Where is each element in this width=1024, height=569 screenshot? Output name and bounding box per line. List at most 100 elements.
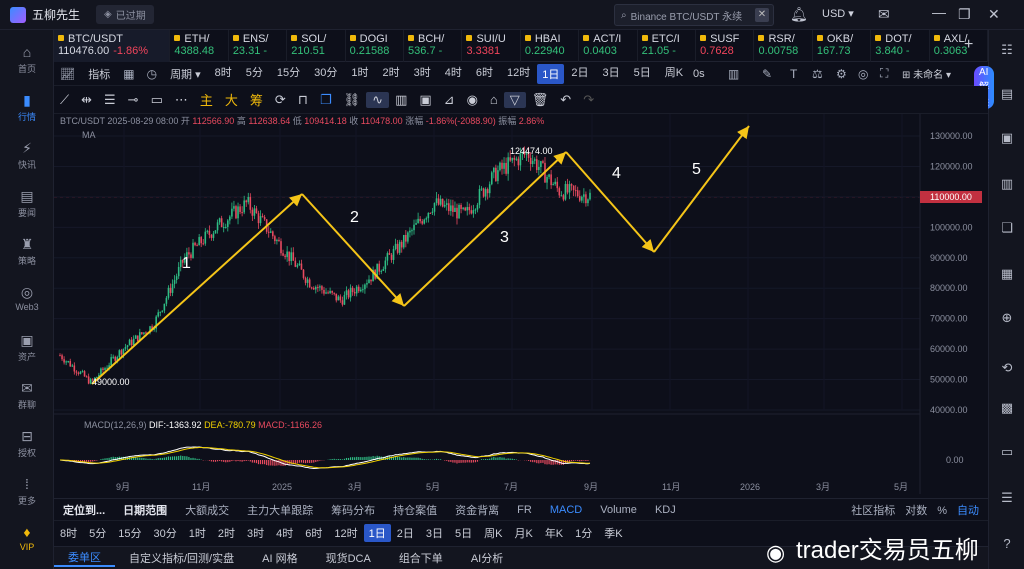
search-input[interactable]: ⌕ Binance BTC/USDT 永续 ✕ [614, 4, 774, 26]
bars-icon[interactable]: ▥ [389, 92, 413, 108]
bottom-interval-5[interactable]: 2时 [212, 525, 241, 541]
indicator-button[interactable]: 指标 [81, 66, 117, 82]
more-tools-icon[interactable]: ⋯ [169, 92, 194, 108]
panel-tab-5[interactable]: AI分析 [457, 550, 517, 566]
trash-icon[interactable]: 🗑︎ [526, 92, 555, 108]
watchlist-icon[interactable]: ☷ [999, 42, 1015, 58]
bottom-interval-18[interactable]: 季K [598, 525, 628, 541]
interval-6[interactable]: 3时 [407, 64, 438, 84]
bottom-interval-12[interactable]: 3日 [420, 525, 449, 541]
nav-item-3[interactable]: ▤ 要闻 [0, 188, 54, 219]
price-chart[interactable]: 1 2 3 4 5 49000.00 124474.00 130000.00 120000.0… [54, 114, 988, 494]
mail-icon[interactable]: ✉ [878, 6, 890, 23]
interval-8[interactable]: 6时 [469, 64, 500, 84]
zoom-icon[interactable]: ⊕ [999, 310, 1015, 326]
indicator-tab-5[interactable]: 持仓案值 [384, 502, 446, 518]
right-item-1[interactable]: 对数 [905, 505, 927, 517]
indicator-tab-7[interactable]: FR [508, 504, 541, 516]
trendline-icon[interactable]: ⟋ [54, 92, 75, 108]
interval-9[interactable]: 12时 [500, 64, 537, 84]
bottom-interval-14[interactable]: 周K [478, 525, 508, 541]
undo-icon[interactable]: ↶ [554, 92, 577, 108]
panel-tab-0[interactable]: 委单区 [54, 549, 115, 567]
grid-icon[interactable]: ▦ [999, 266, 1015, 282]
ticker-12[interactable]: OKB/167.73 [813, 30, 872, 62]
indicator-tab-1[interactable]: 日期范围 [114, 502, 176, 518]
link-icon[interactable]: ⛓ [338, 92, 367, 108]
bottom-interval-15[interactable]: 月K [508, 525, 538, 541]
panel-tab-4[interactable]: 组合下单 [385, 550, 457, 566]
filter-icon[interactable]: ▽ [503, 91, 526, 108]
currency-select[interactable]: USD ▾ [822, 7, 854, 20]
bottom-interval-13[interactable]: 5日 [449, 525, 478, 541]
nav-item-8[interactable]: ⊟ 授权 [0, 428, 54, 459]
draw-main-button[interactable]: 主 [194, 90, 219, 109]
minimize-icon[interactable]: — [932, 4, 946, 20]
ticker-8[interactable]: ACT/I 0.0403 [579, 30, 638, 62]
ticker-0[interactable]: BTC/USDT 110476.00 -1.86% [54, 30, 171, 62]
interval-7[interactable]: 4时 [438, 64, 469, 84]
interval-1[interactable]: 5分 [239, 64, 270, 84]
bottom-interval-17[interactable]: 1分 [569, 525, 598, 541]
help-icon[interactable]: ? [999, 536, 1015, 552]
bottom-interval-3[interactable]: 30分 [148, 525, 183, 541]
bottom-interval-2[interactable]: 15分 [112, 525, 147, 541]
interval-11[interactable]: 2日 [564, 64, 595, 84]
indicator-tab-10[interactable]: KDJ [646, 504, 685, 516]
right-item-3[interactable]: 自动 [957, 505, 979, 517]
bell-icon[interactable]: 🔔︎ [790, 6, 808, 23]
panel-tab-1[interactable]: 自定义指标/回测/实盘 [115, 550, 248, 566]
ticker-6[interactable]: SUI/U 3.3381 [462, 30, 521, 62]
interval-2[interactable]: 15分 [270, 64, 307, 84]
nav-item-10[interactable]: ♦ VIP [0, 524, 54, 552]
fullscreen-icon[interactable]: ⛶ [874, 66, 894, 81]
bottom-interval-1[interactable]: 5分 [83, 525, 112, 541]
nav-item-0[interactable]: ⌂ 首页 [0, 44, 54, 75]
panel-icon[interactable]: ▭ [999, 444, 1015, 460]
redo-icon[interactable]: ↷ [577, 92, 600, 108]
lock-icon[interactable]: ⌂ [484, 92, 504, 107]
ticker-7[interactable]: HBAI 0.22940 [521, 30, 580, 62]
nav-item-6[interactable]: ▣ 资产 [0, 332, 54, 363]
indicator-tab-2[interactable]: 大额成交 [176, 502, 238, 518]
panel-tab-2[interactable]: AI 网格 [248, 550, 311, 566]
bottom-interval-16[interactable]: 年K [539, 525, 569, 541]
ticker-11[interactable]: RSR/0.00758 [754, 30, 813, 62]
clipboard-icon[interactable]: ▣ [413, 92, 437, 108]
eye-icon[interactable]: ◉ [461, 92, 484, 108]
expired-badge[interactable]: ◈ 已过期 [96, 5, 154, 24]
magnet-icon[interactable]: ⊓ [292, 92, 314, 108]
interval-5[interactable]: 2时 [376, 64, 407, 84]
indicator-tab-3[interactable]: 主力大单跟踪 [238, 502, 322, 518]
close-icon[interactable]: ✕ [755, 8, 769, 22]
add-ticker-icon[interactable]: + [964, 36, 973, 54]
ticker-13[interactable]: DOT/3.840 - [871, 30, 930, 62]
seconds-label[interactable]: 0s [686, 68, 712, 80]
chart-svg[interactable]: 1 2 3 4 5 49000.00 124474.00 130000.00 120000.0… [54, 114, 988, 494]
refresh-icon[interactable]: ⟲ [999, 360, 1015, 376]
ticker-2[interactable]: ENS/23.31 - [229, 30, 288, 62]
bottom-interval-11[interactable]: 2日 [391, 525, 420, 541]
copy-icon[interactable]: ❐ [314, 92, 338, 108]
right-item-0[interactable]: 社区指标 [851, 505, 895, 517]
depth-icon[interactable]: ▣ [999, 130, 1015, 146]
ticker-9[interactable]: ETC/I 21.05 - [638, 30, 697, 62]
nav-item-2[interactable]: ⚡ 快讯 [0, 140, 54, 171]
indicator-tab-6[interactable]: 资金背离 [446, 502, 508, 518]
ticker-3[interactable]: SOL/210.51 [287, 30, 346, 62]
right-item-2[interactable]: % [937, 505, 947, 517]
text-icon[interactable]: T [784, 67, 803, 81]
interval-3[interactable]: 30分 [307, 64, 344, 84]
notes-icon[interactable]: ▤ [999, 86, 1015, 102]
bottom-interval-10[interactable]: 1日 [363, 523, 391, 542]
nav-item-1[interactable]: ▮ 行情 [0, 92, 54, 123]
layout-select[interactable]: ⊞ 未命名 ▾ [902, 66, 951, 81]
hline-icon[interactable]: ⇹ [75, 92, 98, 108]
channel-icon[interactable]: ☰ [98, 92, 122, 108]
settings-icon[interactable]: ⚙ [830, 67, 853, 81]
indicator-tab-0[interactable]: 定位到... [54, 502, 114, 518]
clock-icon[interactable]: ◷ [141, 67, 163, 81]
interval-13[interactable]: 5日 [627, 64, 658, 84]
period-select[interactable]: 周期 ▾ [163, 66, 208, 82]
indicator-tab-9[interactable]: Volume [591, 504, 646, 516]
